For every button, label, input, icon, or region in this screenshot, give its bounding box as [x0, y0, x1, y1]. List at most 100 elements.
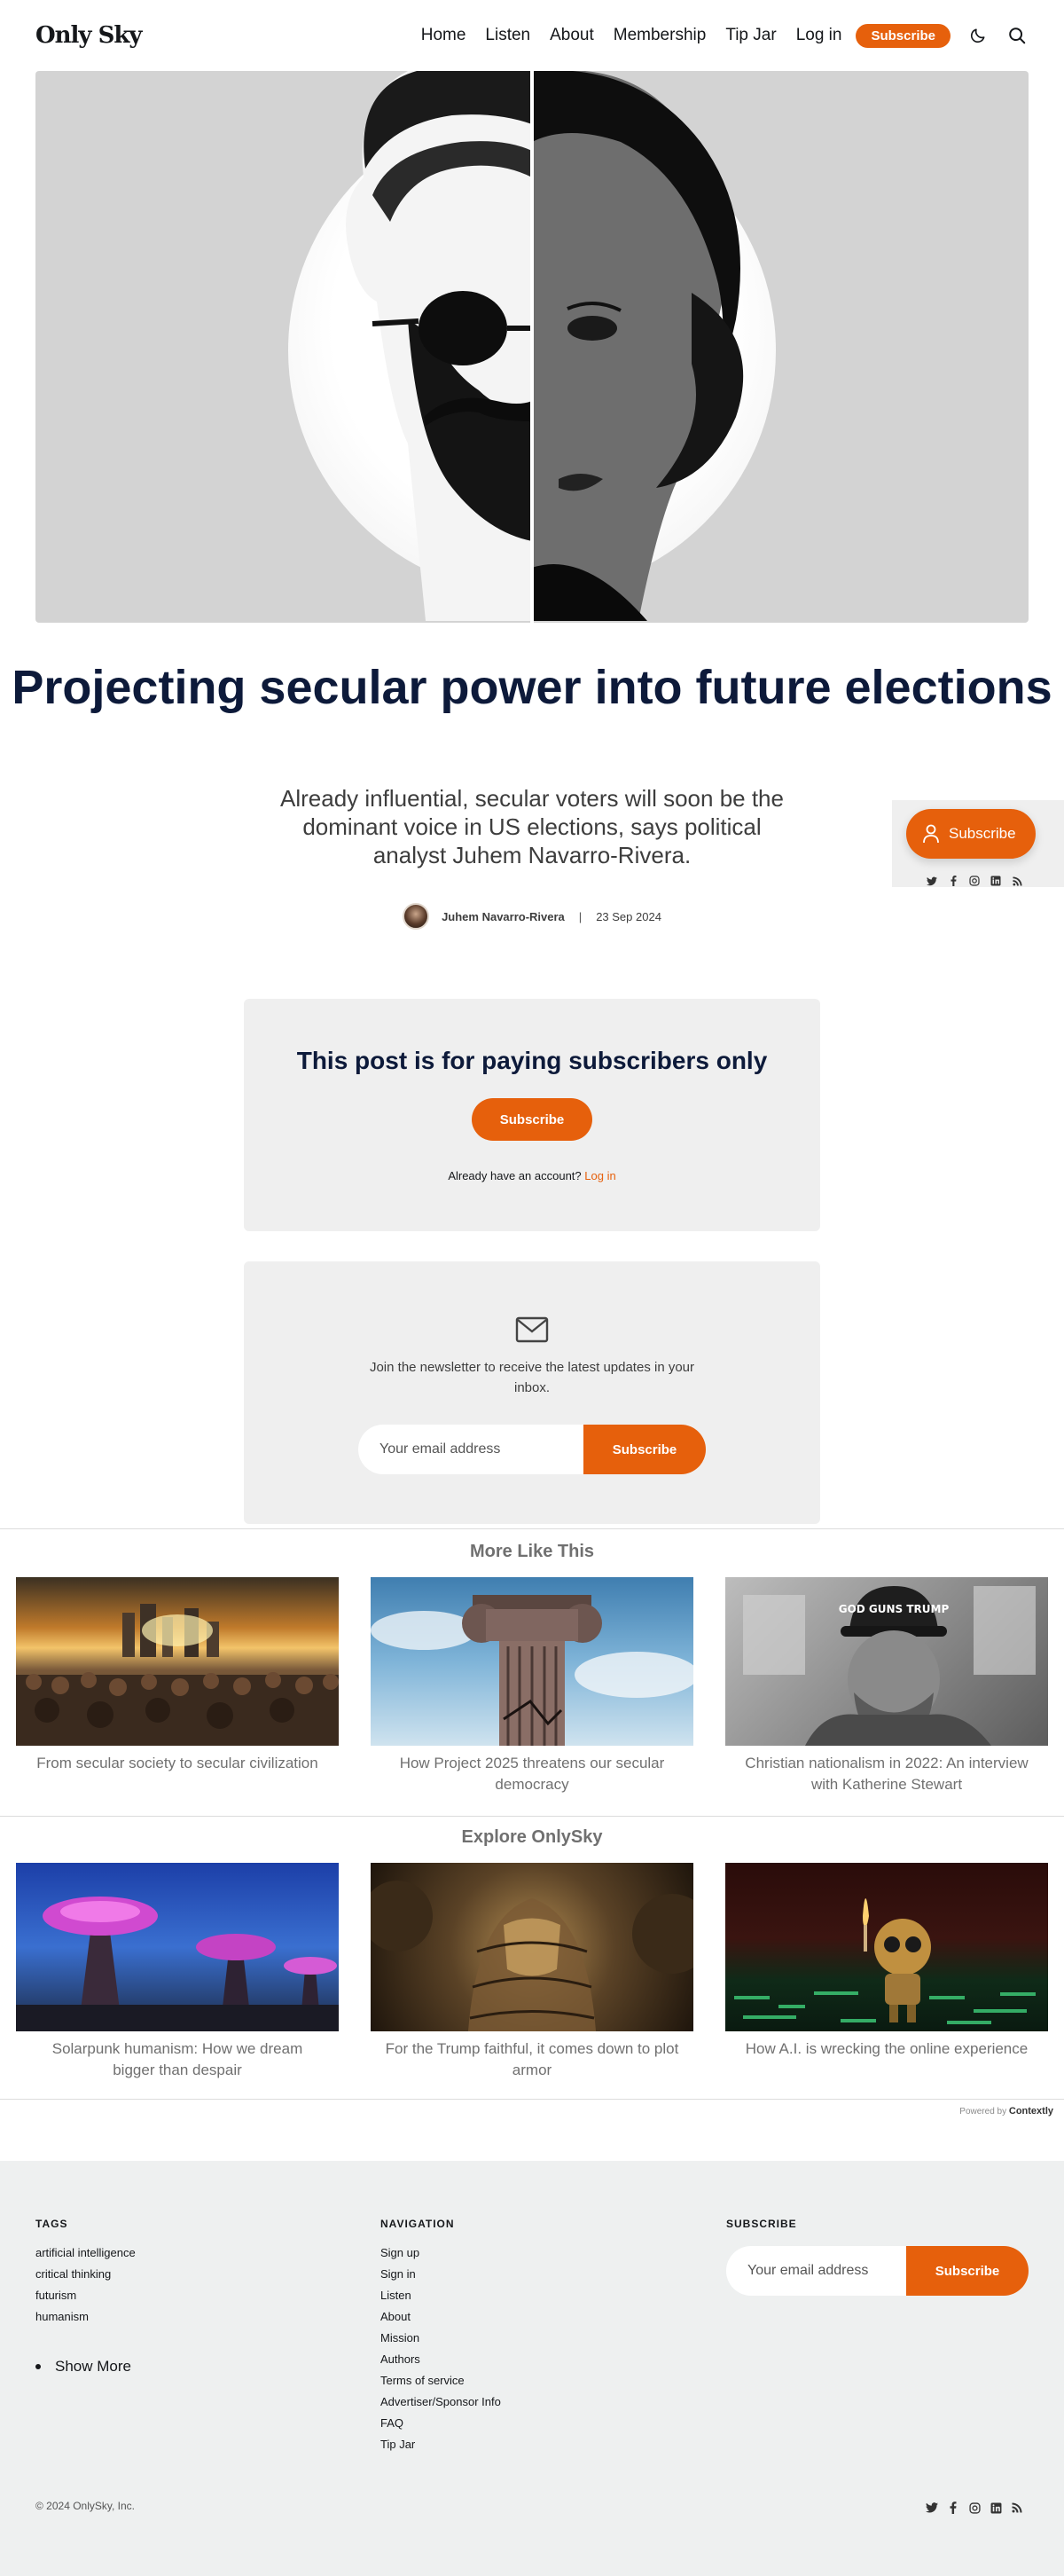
newsletter-panel: Join the newsletter to receive the lates…	[244, 1261, 820, 1524]
explore-card-caption[interactable]: Solarpunk humanism: How we dream bigger …	[16, 2038, 339, 2081]
explore-card[interactable]: Solarpunk humanism: How we dream bigger …	[16, 1863, 339, 2081]
footer-subscribe: SUBSCRIBE	[726, 2218, 797, 2230]
footer-link-mission[interactable]: Mission	[380, 2328, 501, 2349]
footer-subscribe-button[interactable]: Subscribe	[906, 2246, 1029, 2296]
related-card[interactable]: GOD GUNS TRUMP Christian nationalism in …	[725, 1577, 1048, 1795]
paywall-login-link[interactable]: Log in	[584, 1169, 615, 1182]
author-name[interactable]: Juhem Navarro-Rivera	[442, 910, 565, 923]
explore-card-image[interactable]	[16, 1863, 339, 2031]
person-icon	[923, 824, 939, 844]
feature-image	[35, 71, 1029, 623]
paywall-subscribe-button[interactable]: Subscribe	[472, 1098, 592, 1141]
author-avatar[interactable]	[403, 903, 430, 930]
rss-icon[interactable]	[1011, 875, 1023, 887]
footer-link-listen[interactable]: Listen	[380, 2285, 501, 2306]
explore-card-caption[interactable]: How A.I. is wrecking the online experien…	[725, 2038, 1048, 2060]
footer-link-advertiser[interactable]: Advertiser/Sponsor Info	[380, 2391, 501, 2413]
footer-subscribe-form: Your email address Subscribe	[726, 2246, 1029, 2296]
floating-social-links	[926, 875, 1023, 887]
linkedin-icon[interactable]	[990, 2501, 1002, 2514]
instagram-icon[interactable]	[968, 875, 981, 887]
more-like-this-heading: More Like This	[469, 1542, 595, 1561]
explore-card[interactable]: For the Trump faithful, it comes down to…	[371, 1863, 693, 2081]
twitter-icon[interactable]	[926, 2501, 938, 2514]
twitter-icon[interactable]	[926, 875, 938, 887]
show-more-label: Show More	[55, 2358, 131, 2375]
divider	[0, 1816, 1064, 1817]
explore-heading: Explore OnlySky	[461, 1827, 603, 1847]
footer-social-links	[926, 2501, 1023, 2514]
floating-subscribe-button[interactable]: Subscribe	[906, 809, 1036, 859]
footer-tag[interactable]: futurism	[35, 2285, 136, 2306]
footer-link-tip-jar[interactable]: Tip Jar	[380, 2434, 501, 2455]
related-card[interactable]: From secular society to secular civiliza…	[16, 1577, 339, 1795]
explore-card-caption[interactable]: For the Trump faithful, it comes down to…	[371, 2038, 693, 2081]
newsletter-form: Your email address Subscribe	[358, 1425, 706, 1474]
publish-date: 23 Sep 2024	[596, 909, 661, 923]
paywall-panel: This post is for paying subscribers only…	[244, 999, 820, 1231]
site-logo[interactable]: Only Sky	[35, 22, 142, 49]
related-card[interactable]: How Project 2025 threatens our secular d…	[371, 1577, 693, 1795]
divider	[0, 2099, 1064, 2100]
footer-link-faq[interactable]: FAQ	[380, 2413, 501, 2434]
account-text: Already have an account?	[448, 1169, 582, 1182]
paywall-heading: This post is for paying subscribers only	[296, 1047, 768, 1074]
article-title: Projecting secular power into future ele…	[12, 661, 1052, 714]
nav-about[interactable]: About	[550, 26, 594, 45]
floating-subscribe-label: Subscribe	[949, 825, 1016, 842]
moon-icon[interactable]	[966, 24, 990, 47]
search-icon[interactable]	[1005, 24, 1029, 47]
footer-nav-heading: NAVIGATION	[380, 2218, 455, 2230]
floating-subscribe-panel: Subscribe	[892, 800, 1064, 887]
bullet-icon	[35, 2364, 41, 2369]
footer-tag[interactable]: artificial intelligence	[35, 2242, 136, 2264]
divider	[0, 1528, 1064, 1529]
footer-link-about[interactable]: About	[380, 2306, 501, 2328]
newsletter-email-input[interactable]: Your email address	[358, 1425, 589, 1474]
footer-link-terms[interactable]: Terms of service	[380, 2370, 501, 2391]
site-footer: TAGS artificial intelligence critical th…	[0, 2161, 1064, 2576]
footer-tags: TAGS artificial intelligence critical th…	[35, 2218, 136, 2328]
footer-email-input[interactable]: Your email address	[726, 2246, 912, 2296]
explore-card-image[interactable]	[725, 1863, 1048, 2031]
newsletter-subscribe-button[interactable]: Subscribe	[583, 1425, 706, 1474]
footer-tag[interactable]: critical thinking	[35, 2264, 136, 2285]
footer-tag[interactable]: humanism	[35, 2306, 136, 2328]
article-byline: Juhem Navarro-Rivera | 23 Sep 2024	[0, 903, 1064, 930]
nav-tip-jar[interactable]: Tip Jar	[725, 26, 776, 45]
nav-membership[interactable]: Membership	[614, 26, 707, 45]
nav-home[interactable]: Home	[421, 26, 466, 45]
related-card-caption[interactable]: From secular society to secular civiliza…	[16, 1753, 339, 1774]
footer-link-sign-in[interactable]: Sign in	[380, 2264, 501, 2285]
linkedin-icon[interactable]	[990, 875, 1002, 887]
instagram-icon[interactable]	[968, 2501, 981, 2514]
copyright: © 2024 OnlySky, Inc.	[35, 2500, 136, 2512]
newsletter-text: Join the newsletter to receive the lates…	[369, 1360, 695, 1395]
envelope-icon	[515, 1316, 549, 1343]
related-card-caption[interactable]: How Project 2025 threatens our secular d…	[371, 1753, 693, 1795]
related-card-image[interactable]	[16, 1577, 339, 1746]
more-like-this-list: From secular society to secular civiliza…	[16, 1577, 1048, 1795]
footer-link-sign-up[interactable]: Sign up	[380, 2242, 501, 2264]
explore-card[interactable]: How A.I. is wrecking the online experien…	[725, 1863, 1048, 2081]
footer-link-authors[interactable]: Authors	[380, 2349, 501, 2370]
main-nav: Home Listen About Membership Tip Jar Log…	[402, 0, 1029, 71]
related-card-caption[interactable]: Christian nationalism in 2022: An interv…	[725, 1753, 1048, 1795]
explore-card-image[interactable]	[371, 1863, 693, 2031]
page: Only Sky Home Listen About Membership Ti…	[0, 0, 1064, 2576]
nav-login[interactable]: Log in	[796, 26, 842, 45]
nav-subscribe-button[interactable]: Subscribe	[856, 23, 951, 48]
footer-navigation: NAVIGATION Sign up Sign in Listen About …	[380, 2218, 501, 2455]
powered-by[interactable]: Powered by Contextly	[959, 2106, 1053, 2117]
article-excerpt: Already influential, secular voters will…	[280, 785, 784, 868]
related-card-image[interactable]	[371, 1577, 693, 1746]
rss-icon[interactable]	[1011, 2501, 1023, 2514]
explore-list: Solarpunk humanism: How we dream bigger …	[16, 1863, 1048, 2081]
show-more-button[interactable]: Show More	[35, 2358, 131, 2376]
related-card-image[interactable]: GOD GUNS TRUMP	[725, 1577, 1048, 1746]
nav-listen[interactable]: Listen	[485, 26, 530, 45]
facebook-icon[interactable]	[947, 875, 959, 887]
facebook-icon[interactable]	[947, 2501, 959, 2514]
footer-subscribe-heading: SUBSCRIBE	[726, 2218, 797, 2230]
byline-separator: |	[578, 909, 583, 923]
